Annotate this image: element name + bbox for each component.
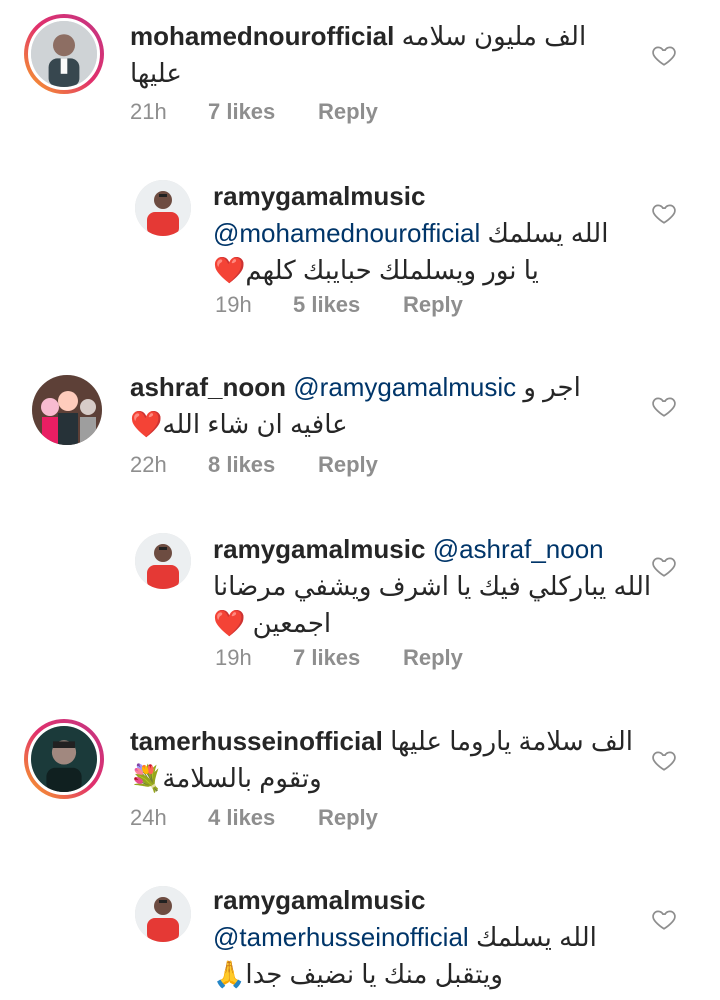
comment-username[interactable]: tamerhusseinofficial (130, 726, 383, 756)
reply-button[interactable]: Reply (318, 452, 378, 478)
comment-username[interactable]: ashraf_noon (130, 372, 286, 402)
heart-outline-icon[interactable] (651, 553, 677, 579)
comment-ashraf_noon: ashraf_noon @ramygamalmusic اجر و ❤️عافي… (0, 365, 720, 515)
reply-button[interactable]: Reply (318, 99, 378, 125)
comment-tamerhusseinofficial: tamerhusseinofficial الف سلامة ياروما عل… (0, 715, 720, 865)
comment-username[interactable]: ramygamalmusic (213, 534, 425, 564)
avatar[interactable] (24, 719, 104, 799)
comment-text: الله يسلمك (475, 922, 597, 952)
bouquet-emoji: 💐 (130, 763, 163, 793)
comment-username[interactable]: mohamednourofficial (130, 21, 394, 51)
reply-comment-ramygamalmusic: ramygamalmusic @mohamednourofficial الله… (0, 170, 720, 350)
comment-likes[interactable]: 7 likes (293, 645, 403, 671)
avatar[interactable] (135, 533, 191, 589)
comment-mention[interactable]: @ramygamalmusic (293, 372, 516, 402)
heart-outline-icon[interactable] (651, 393, 677, 419)
comment-text-line2: يا نور ويسلملك حبايبك كلهم (245, 255, 539, 285)
comment-time: 22h (130, 452, 167, 477)
comment-text-line2: وتقوم بالسلامة (162, 763, 322, 793)
reply-button[interactable]: Reply (403, 292, 463, 318)
comment-username[interactable]: ramygamalmusic (213, 882, 653, 919)
comment-likes[interactable]: 8 likes (208, 452, 318, 478)
reply-comment-ramygamalmusic: ramygamalmusic @tamerhusseinofficial الل… (0, 878, 720, 1000)
comment-text: الله يسلمك (487, 218, 609, 248)
comment-text: الف مليون سلامه (401, 21, 587, 51)
comment-time: 19h (215, 292, 252, 317)
reply-button[interactable]: Reply (403, 645, 463, 671)
comment-text-line2: اجمعين (252, 608, 332, 638)
comment-likes[interactable]: 5 likes (293, 292, 403, 318)
comment-time: 19h (215, 645, 252, 670)
avatar[interactable] (32, 375, 102, 445)
comment-likes[interactable]: 4 likes (208, 805, 318, 831)
comment-mention[interactable]: @mohamednourofficial (213, 218, 480, 248)
comment-text-line2: عليها (130, 58, 182, 88)
comment-mention[interactable]: @tamerhusseinofficial (213, 922, 469, 952)
reply-comment-ramygamalmusic: ramygamalmusic @ashraf_noon الله يباركلي… (0, 525, 720, 700)
pray-emoji: 🙏 (213, 959, 246, 989)
comment-mention[interactable]: @ashraf_noon (433, 534, 604, 564)
comment-likes[interactable]: 7 likes (208, 99, 318, 125)
heart-outline-icon[interactable] (651, 906, 677, 932)
comment-text: اجر و (523, 372, 581, 402)
comment-text: الف سلامة ياروما عليها (390, 726, 633, 756)
heart-emoji: ❤️ (213, 608, 246, 638)
heart-outline-icon[interactable] (651, 200, 677, 226)
comment-text: الله يباركلي فيك يا اشرف ويشفي مرضانا (213, 571, 652, 601)
comment-username[interactable]: ramygamalmusic (213, 178, 643, 215)
avatar[interactable] (24, 14, 104, 94)
avatar[interactable] (135, 180, 191, 236)
comment-time: 21h (130, 99, 167, 124)
comment-mohamednourofficial: mohamednourofficial الف مليون سلامه عليه… (0, 0, 720, 140)
reply-button[interactable]: Reply (318, 805, 378, 831)
heart-emoji: ❤️ (213, 255, 246, 285)
comment-time: 24h (130, 805, 167, 830)
heart-outline-icon[interactable] (651, 42, 677, 68)
comment-text-line2: عافيه ان شاء الله (162, 409, 348, 439)
comment-text-line2: ويتقبل منك يا نضيف جدا (245, 959, 503, 989)
avatar[interactable] (135, 886, 191, 942)
heart-emoji: ❤️ (130, 409, 163, 439)
heart-outline-icon[interactable] (651, 747, 677, 773)
